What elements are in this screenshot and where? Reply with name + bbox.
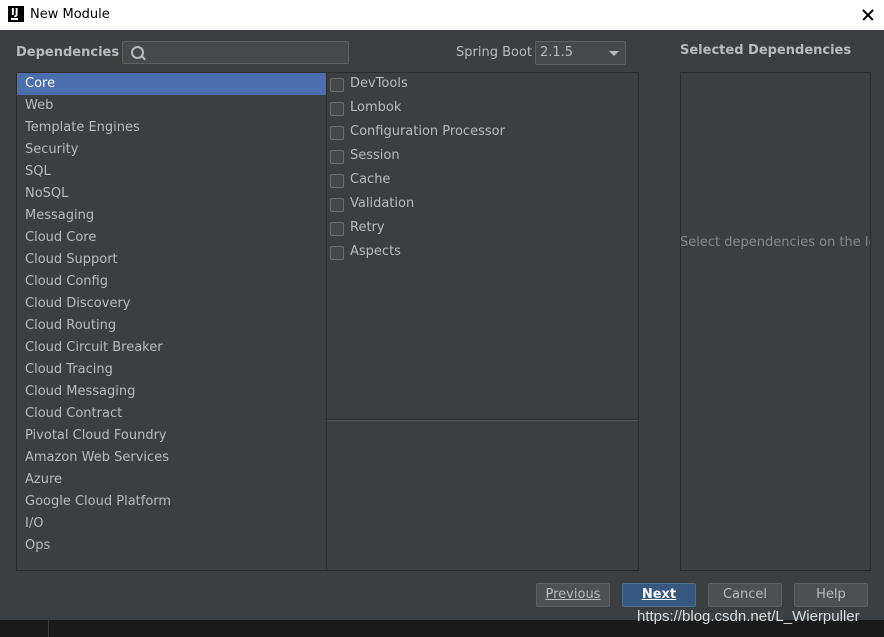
category-item[interactable]: Cloud Tracing (17, 359, 326, 381)
selected-dependencies-panel: Select dependencies on the left (680, 72, 871, 571)
new-module-dialog: Dependencies Spring Boot 2.1.5 Selected … (0, 30, 884, 620)
category-item[interactable]: SQL (17, 161, 326, 183)
dependency-description-panel (327, 420, 639, 571)
category-item[interactable]: Security (17, 139, 326, 161)
category-item[interactable]: Template Engines (17, 117, 326, 139)
spring-boot-version-value: 2.1.5 (540, 45, 574, 60)
close-button[interactable] (858, 5, 878, 25)
dependency-option[interactable]: Validation (330, 193, 630, 217)
dependency-option[interactable]: Retry (330, 217, 630, 241)
dependency-options-list: DevTools Lombok Configuration Processor Ses… (327, 72, 639, 420)
search-input[interactable] (122, 41, 349, 64)
category-item[interactable]: Amazon Web Services (17, 447, 326, 469)
spring-boot-version-select[interactable]: 2.1.5 (535, 41, 626, 65)
dependency-checkbox[interactable] (330, 246, 344, 260)
category-item[interactable]: I/O (17, 513, 326, 535)
dependency-label: Cache (350, 172, 391, 187)
dependency-checkbox[interactable] (330, 102, 344, 116)
dependency-label: Aspects (350, 244, 401, 259)
dependency-option[interactable]: Lombok (330, 97, 630, 121)
previous-label: Previous (545, 587, 601, 602)
category-item[interactable]: Google Cloud Platform (17, 491, 326, 513)
dependency-label: Session (350, 148, 400, 163)
category-item[interactable]: Cloud Contract (17, 403, 326, 425)
selected-dependencies-label: Selected Dependencies (680, 43, 852, 58)
help-button[interactable]: Help (794, 583, 868, 607)
cancel-label: Cancel (722, 587, 768, 602)
dependency-option[interactable]: Cache (330, 169, 630, 193)
category-item[interactable]: Web (17, 95, 326, 117)
spring-boot-label: Spring Boot (456, 45, 533, 60)
dependency-label: Retry (350, 220, 385, 235)
search-icon (131, 46, 144, 59)
dependencies-label: Dependencies (16, 45, 120, 60)
dependency-checkbox[interactable] (330, 126, 344, 140)
dependency-option[interactable]: Session (330, 145, 630, 169)
taskbar-divider (48, 620, 49, 637)
dependency-label: Lombok (350, 100, 402, 115)
category-item[interactable]: Azure (17, 469, 326, 491)
dependency-checkbox[interactable] (330, 222, 344, 236)
category-item[interactable]: Cloud Config (17, 271, 326, 293)
category-item[interactable]: Ops (17, 535, 326, 557)
next-button[interactable]: Next (622, 583, 696, 607)
category-item[interactable]: Core (17, 73, 326, 95)
category-item[interactable]: Cloud Routing (17, 315, 326, 337)
category-item[interactable]: Cloud Circuit Breaker (17, 337, 326, 359)
window-title: New Module (30, 7, 110, 22)
dependency-label: Validation (350, 196, 415, 211)
title-bar: IJ New Module (0, 0, 884, 30)
dependency-checkbox[interactable] (330, 78, 344, 92)
cancel-button[interactable]: Cancel (708, 583, 782, 607)
category-list[interactable]: Core Web Template Engines Security SQL NoSQL M… (16, 72, 327, 571)
dependency-option[interactable]: DevTools (330, 73, 630, 97)
next-label: Next (641, 587, 677, 602)
category-item[interactable]: NoSQL (17, 183, 326, 205)
dependency-checkbox[interactable] (330, 174, 344, 188)
dependency-option[interactable]: Configuration Processor (330, 121, 630, 145)
category-item[interactable]: Messaging (17, 205, 326, 227)
category-item[interactable]: Pivotal Cloud Foundry (17, 425, 326, 447)
category-item[interactable]: Cloud Messaging (17, 381, 326, 403)
dependency-label: DevTools (350, 76, 408, 91)
previous-button[interactable]: Previous (536, 583, 610, 607)
dependency-checkbox[interactable] (330, 150, 344, 164)
dependency-option[interactable]: Aspects (330, 241, 630, 265)
dependency-checkbox[interactable] (330, 198, 344, 212)
help-label: Help (816, 587, 846, 602)
intellij-icon: IJ (8, 6, 24, 22)
dependency-label: Configuration Processor (350, 124, 505, 139)
watermark: https://blog.csdn.net/L_Wierpuller (637, 608, 860, 625)
category-item[interactable]: Cloud Discovery (17, 293, 326, 315)
category-item[interactable]: Cloud Support (17, 249, 326, 271)
selected-empty-text: Select dependencies on the left (680, 235, 871, 250)
chevron-down-icon (609, 51, 619, 56)
category-item[interactable]: Cloud Core (17, 227, 326, 249)
